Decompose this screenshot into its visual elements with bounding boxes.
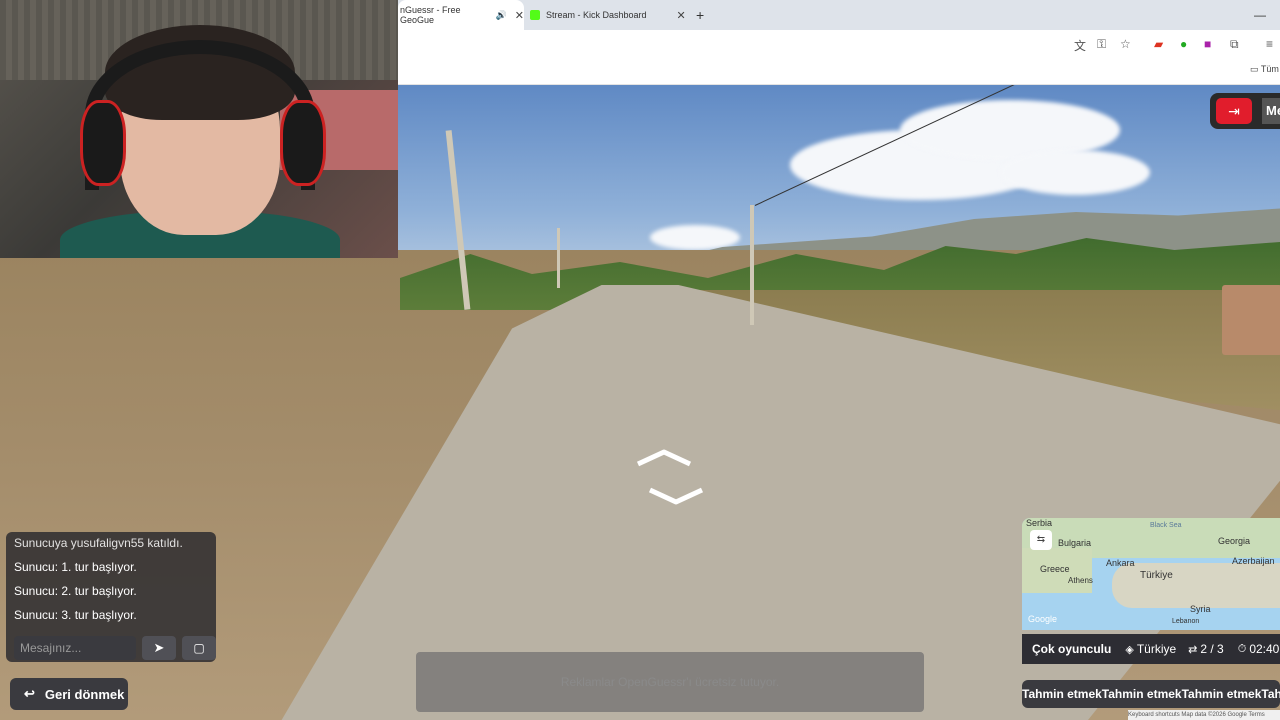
chat-message: Sunucu: 3. tur başlıyor. xyxy=(14,608,137,622)
utility-pole xyxy=(557,228,560,288)
back-label: Geri dönmek xyxy=(44,686,125,702)
speaker-icon[interactable]: 🔊 xyxy=(496,10,507,21)
extension-icon[interactable]: ■ xyxy=(1204,37,1211,51)
chat-message: Sunucu: 2. tur başlıyor. xyxy=(14,584,137,598)
star-icon[interactable]: ☆ xyxy=(1120,37,1131,51)
new-tab-button[interactable]: + xyxy=(696,0,704,30)
key-icon[interactable]: ⚿ xyxy=(1097,37,1106,52)
timer: 02:40 xyxy=(1249,642,1280,656)
map-footer: Keyboard shortcuts Map data ©2026 Google… xyxy=(1128,710,1280,720)
return-icon: ↩ xyxy=(24,686,35,701)
map-label: Türkiye xyxy=(1140,570,1173,581)
google-logo: Google xyxy=(1028,614,1058,624)
map-label: Syria xyxy=(1190,604,1211,614)
extension-icon[interactable]: ● xyxy=(1180,37,1187,51)
pdf-extension-icon[interactable]: ▰ xyxy=(1154,37,1163,51)
tab-opengeoguessr[interactable]: nGuessr - Free GeoGue 🔊 ✕ xyxy=(398,0,524,30)
back-button[interactable]: ↩ Geri dönmek xyxy=(10,678,128,710)
minimap[interactable]: Serbia Bulgaria Georgia Greece Ankara Tü… xyxy=(1022,518,1280,630)
exit-icon: ⇥ xyxy=(1228,102,1240,119)
tab-bar: nGuessr - Free GeoGue 🔊 ✕ Stream - Kick … xyxy=(398,0,1280,30)
land xyxy=(1112,563,1280,608)
map-label: Bulgaria xyxy=(1058,538,1092,548)
send-button[interactable]: ➤ xyxy=(142,636,176,660)
guess-button[interactable]: Tahmin etmekTahmin etmekTahmin etmekTahm… xyxy=(1022,680,1280,708)
map-label: Black Sea xyxy=(1150,522,1182,529)
browser-toolbar xyxy=(398,30,1280,58)
bookmarks-bar: ▭ Tüm xyxy=(398,58,1280,85)
tab-kick-dashboard[interactable]: Stream - Kick Dashboard ✕ xyxy=(530,0,690,30)
move-arrows-icon[interactable] xyxy=(632,446,712,510)
map-label: Greece xyxy=(1040,564,1070,574)
ad-text: Reklamlar OpenGuessr'ı ücretsiz tutuyor. xyxy=(560,675,780,689)
send-icon: ➤ xyxy=(153,640,165,655)
utility-pole xyxy=(750,205,754,325)
chat-toggle-button[interactable]: ▢ xyxy=(182,636,216,660)
map-label: Athens xyxy=(1068,576,1093,585)
map-label: Serbia xyxy=(1026,518,1053,528)
round-counter: 2 / 3 xyxy=(1200,642,1224,656)
map-settings-icon[interactable]: ⇆ xyxy=(1030,530,1052,550)
menu-icon[interactable]: ≡ xyxy=(1266,37,1273,51)
rounds-icon: ⇄ xyxy=(1188,643,1198,656)
region: Türkiye xyxy=(1136,642,1177,656)
truck xyxy=(1222,285,1280,355)
cloud xyxy=(650,225,740,250)
chat-input[interactable]: Mesajınız... xyxy=(14,636,136,660)
map-label: Georgia xyxy=(1218,536,1251,546)
exit-button[interactable]: ⇥ xyxy=(1216,98,1252,124)
message-icon: ▢ xyxy=(193,641,205,655)
translate-icon[interactable]: 文 xyxy=(1074,37,1086,54)
game-status-bar: Çok oyunculu ◈ Türkiye ⇄ 2 / 3 ⏱ 02:40 xyxy=(1022,634,1280,664)
map-label: Azerbaijan xyxy=(1232,556,1275,566)
timer-icon: ⏱ xyxy=(1237,642,1247,655)
webcam-overlay xyxy=(0,0,398,258)
chat-message: Sunucuya yusufaligvn55 katıldı. xyxy=(14,536,183,550)
game-mode: Çok oyunculu xyxy=(1032,642,1112,656)
cloud xyxy=(1000,150,1150,195)
layers-icon: ◈ xyxy=(1125,643,1134,656)
menu-button[interactable]: Me xyxy=(1262,98,1280,124)
map-label: Lebanon xyxy=(1172,618,1200,625)
chat-panel: Sunucuya yusufaligvn55 katıldı. Sunucu: … xyxy=(6,532,216,662)
close-icon[interactable]: ✕ xyxy=(515,9,524,22)
puzzle-icon[interactable]: ⧉ xyxy=(1230,37,1239,52)
tab-title: Stream - Kick Dashboard xyxy=(546,10,647,20)
bookmark-folder[interactable]: ▭ Tüm xyxy=(1250,64,1279,75)
chat-message: Sunucu: 1. tur başlıyor. xyxy=(14,560,137,574)
kick-icon xyxy=(530,10,540,20)
headset-earcup xyxy=(280,100,326,186)
ad-banner: Reklamlar OpenGuessr'ı ücretsiz tutuyor. xyxy=(416,652,924,712)
headset-earcup xyxy=(80,100,126,186)
minimize-icon[interactable]: — xyxy=(1254,0,1266,30)
map-label: Ankara xyxy=(1106,558,1135,568)
tab-title: nGuessr - Free GeoGue xyxy=(400,5,461,25)
close-icon[interactable]: ✕ xyxy=(677,9,686,22)
